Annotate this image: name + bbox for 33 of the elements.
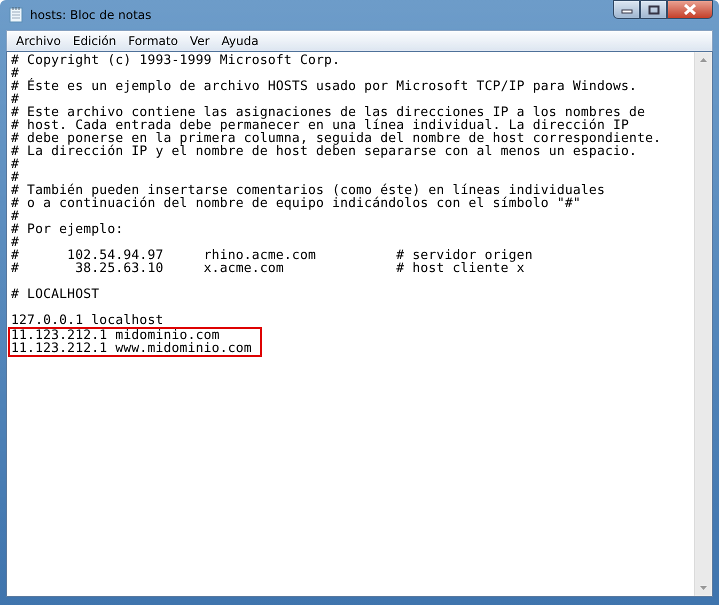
text-line: # Este archivo contiene las asignaciones de las direcciones IP a los nombres de [11, 106, 646, 119]
text-line: # [11, 171, 20, 184]
text-line: # debe ponerse en la primera columna, seguida del nombre de host correspondiente. [11, 132, 662, 145]
close-button[interactable] [667, 0, 713, 19]
menu-item[interactable]: Edición [66, 34, 122, 48]
window-title: hosts: Bloc de notas [30, 8, 152, 22]
text-line: # También pueden insertarse comentarios (como éste) en líneas individuales [11, 184, 606, 197]
text-line: # host. Cada entrada debe permanecer en una línea individual. La dirección IP [11, 119, 630, 132]
close-icon [683, 4, 697, 15]
text-line: # [11, 236, 20, 249]
text-line: # Copyright (c) 1993-1999 Microsoft Corp. [11, 54, 342, 67]
menu-item[interactable]: Archivo [10, 34, 67, 48]
text-line: # Por ejemplo: [11, 223, 124, 236]
text-line: # Éste es un ejemplo de archivo HOSTS usado por Microsoft TCP/IP para Windows. [11, 80, 638, 93]
text-line: 11.123.212.1 midominio.com [11, 329, 220, 342]
text-line: # La dirección IP y el nombre de host deben separarse con al menos un espacio. [11, 145, 638, 158]
menu-item[interactable]: Ayuda [216, 34, 265, 48]
menu-item[interactable]: Ver [184, 34, 216, 48]
text-line: # [11, 158, 20, 171]
text-line: # [11, 93, 20, 106]
notepad-icon [8, 7, 24, 23]
maximize-icon [648, 4, 660, 14]
menu-item[interactable]: Formato [122, 34, 184, 48]
text-line: # [11, 210, 20, 223]
text-line: # 38.25.63.10 x.acme.com # host cliente x [11, 262, 525, 275]
text-line: # LOCALHOST [11, 288, 100, 301]
minimize-button[interactable] [613, 0, 640, 19]
text-line: # o a continuación del nombre de equipo indicándolos con el símbolo "#" [11, 197, 582, 210]
text-line: # [11, 67, 20, 80]
text-line: 11.123.212.1 www.midominio.com [11, 342, 252, 355]
text-line: 127.0.0.1 localhost [11, 314, 165, 327]
text-line: # 102.54.94.97 rhino.acme.com # servidor origen [11, 249, 534, 262]
maximize-button[interactable] [640, 0, 667, 19]
